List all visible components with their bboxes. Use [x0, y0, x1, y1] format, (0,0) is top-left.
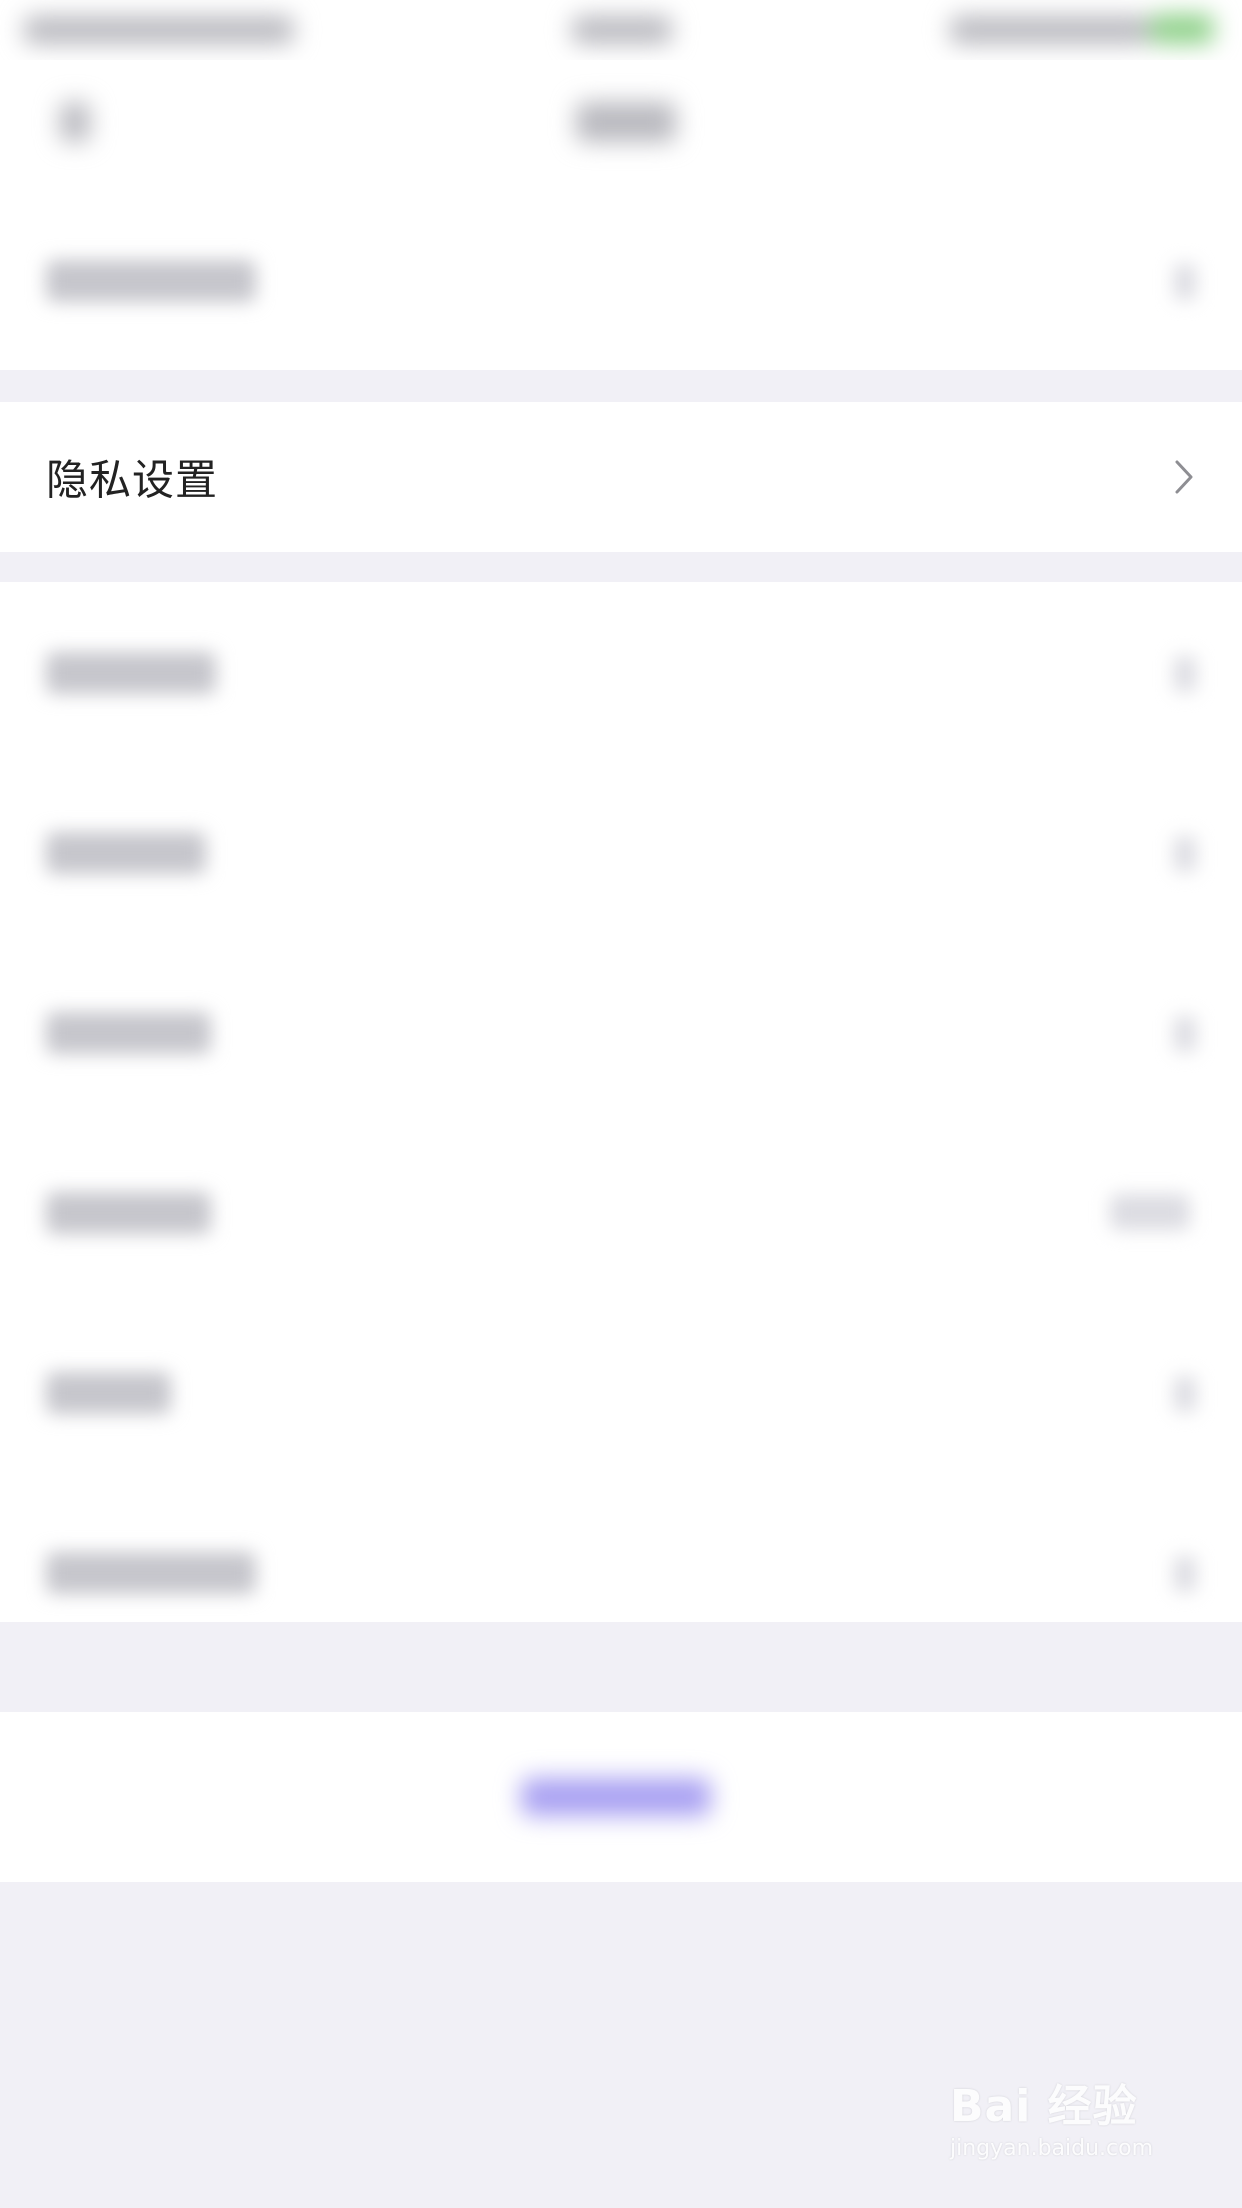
- watermark-brand: Bai 经验: [950, 2081, 1138, 2132]
- row-label-blurred: [46, 260, 256, 302]
- status-icons-blurred: [950, 16, 1150, 44]
- logout-button-label-blurred: [521, 1778, 711, 1816]
- row-label-blurred: [46, 652, 216, 694]
- row-label-blurred: [46, 1012, 211, 1054]
- settings-row-blurred[interactable]: [0, 582, 1242, 762]
- navigation-bar: [0, 60, 1242, 190]
- status-bar: [0, 0, 1242, 60]
- row-label-blurred: [46, 1372, 171, 1414]
- settings-row-blurred[interactable]: [0, 1302, 1242, 1482]
- chevron-right-icon: [1174, 656, 1196, 692]
- chevron-right-icon: [1174, 1376, 1196, 1412]
- chevron-right-icon: [1174, 836, 1196, 872]
- row-value-blurred: [1110, 1194, 1190, 1230]
- nav-title-blurred: [576, 102, 676, 142]
- row-label-blurred: [46, 832, 206, 874]
- chevron-right-icon: [1174, 264, 1196, 300]
- chevron-right-icon: [1175, 460, 1193, 494]
- back-icon[interactable]: [60, 102, 90, 142]
- settings-row-blurred[interactable]: [0, 1482, 1242, 1662]
- baidu-jingyan-watermark: Bai 经验 jingyan.baidu.com: [950, 2070, 1190, 2190]
- privacy-settings-label: 隐私设置: [46, 455, 219, 505]
- account-section: [0, 190, 1242, 370]
- chevron-right-icon: [1174, 1016, 1196, 1052]
- carrier-text-blurred: [24, 16, 294, 44]
- general-settings-section: [0, 582, 1242, 1622]
- chevron-right-icon: [1174, 1556, 1196, 1592]
- row-label-blurred: [46, 1552, 256, 1594]
- settings-row-blurred[interactable]: [0, 942, 1242, 1122]
- watermark-url: jingyan.baidu.com: [950, 2136, 1154, 2161]
- settings-row-blurred[interactable]: [0, 762, 1242, 942]
- battery-icon: [1150, 14, 1214, 44]
- row-label-blurred: [46, 1192, 211, 1234]
- settings-row-blurred[interactable]: [0, 190, 1242, 370]
- time-text-blurred: [572, 16, 672, 44]
- settings-row-blurred[interactable]: [0, 1122, 1242, 1302]
- privacy-settings-row[interactable]: 隐私设置: [0, 402, 1242, 552]
